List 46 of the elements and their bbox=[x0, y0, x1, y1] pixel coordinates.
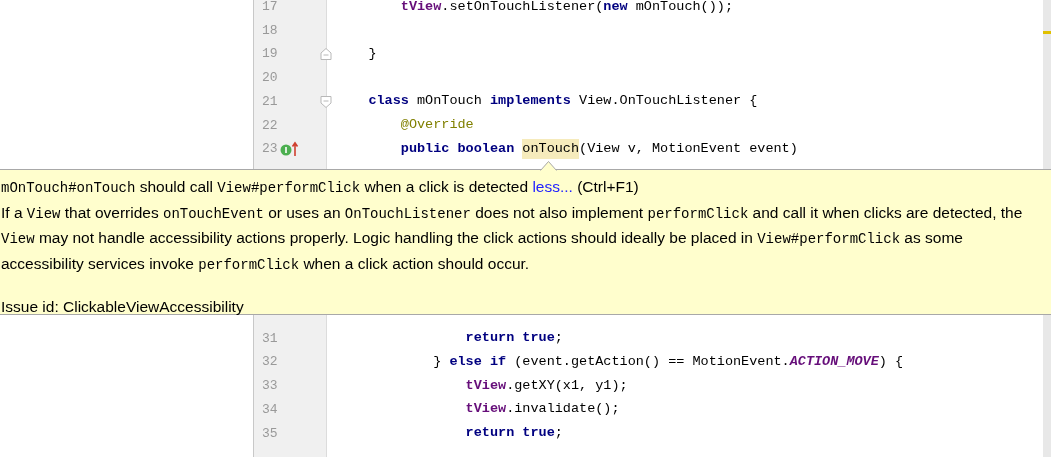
code-token: else if bbox=[449, 353, 507, 372]
code-token: tView bbox=[464, 400, 507, 419]
code-token: new bbox=[603, 0, 628, 16]
fold-icon[interactable] bbox=[320, 95, 332, 108]
code-token: } bbox=[367, 45, 377, 64]
line-number: 19 bbox=[262, 45, 279, 64]
code-token: .getXY(x1, y1); bbox=[506, 376, 628, 395]
code-token: tView bbox=[464, 376, 507, 395]
code-token: (View v, MotionEvent event) bbox=[579, 139, 798, 158]
line-number: 33 bbox=[262, 377, 279, 396]
code-token: mOnTouch()); bbox=[634, 0, 733, 16]
line-number: 34 bbox=[262, 400, 279, 419]
implements-icon[interactable] bbox=[280, 141, 300, 158]
tooltip-title: mOnTouch#onTouch should call View#performClick when a click is detected less... (Ctrl+F1) bbox=[1, 177, 640, 198]
line-number: 31 bbox=[262, 329, 279, 348]
code-token: return true bbox=[464, 424, 555, 443]
code-token: .setOnTouchListener( bbox=[441, 0, 604, 16]
issue-id: Issue id: ClickableViewAccessibility bbox=[1, 297, 244, 317]
line-number: 23 bbox=[262, 140, 279, 159]
line-number: 21 bbox=[262, 92, 279, 111]
code-token: tView bbox=[399, 0, 442, 16]
code-token: .invalidate(); bbox=[506, 400, 620, 419]
line-number: 18 bbox=[262, 21, 279, 40]
code-token: class bbox=[367, 92, 409, 111]
fold-icon[interactable] bbox=[320, 48, 332, 61]
code-token: mOnTouch bbox=[416, 92, 483, 111]
line-number: 35 bbox=[262, 424, 279, 443]
line-number: 17 bbox=[262, 0, 279, 17]
tooltip-description: If a View that overrides onTouchEvent or uses an OnTouchListener does not also implement performClick and call it when clicks are detected, the View may not handle accessibility actions properly. Logic handling the click actions should ideally be placed in View#performClick as some accessibility services invoke performClick when a click action should occur. bbox=[1, 202, 1024, 275]
code-token: } bbox=[432, 353, 443, 372]
line-number: 32 bbox=[262, 353, 279, 372]
code-token: onTouch bbox=[522, 138, 580, 160]
code-token: ; bbox=[554, 424, 563, 443]
code-token: ) { bbox=[878, 353, 904, 372]
code-token: ACTION_MOVE bbox=[789, 353, 879, 372]
code-token: implements bbox=[489, 92, 571, 111]
line-number: 22 bbox=[262, 116, 279, 135]
code-token: ; bbox=[554, 329, 563, 348]
code-token: @Override bbox=[399, 116, 474, 135]
code-token: (event.getAction() == MotionEvent. bbox=[513, 353, 790, 372]
code-token: public boolean bbox=[399, 139, 516, 158]
less-link[interactable]: less... bbox=[532, 178, 573, 195]
warning-marker[interactable] bbox=[1043, 31, 1051, 34]
line-number: 20 bbox=[262, 69, 279, 88]
code-token: View.OnTouchListener { bbox=[578, 92, 758, 111]
code-token: return true bbox=[464, 329, 555, 348]
